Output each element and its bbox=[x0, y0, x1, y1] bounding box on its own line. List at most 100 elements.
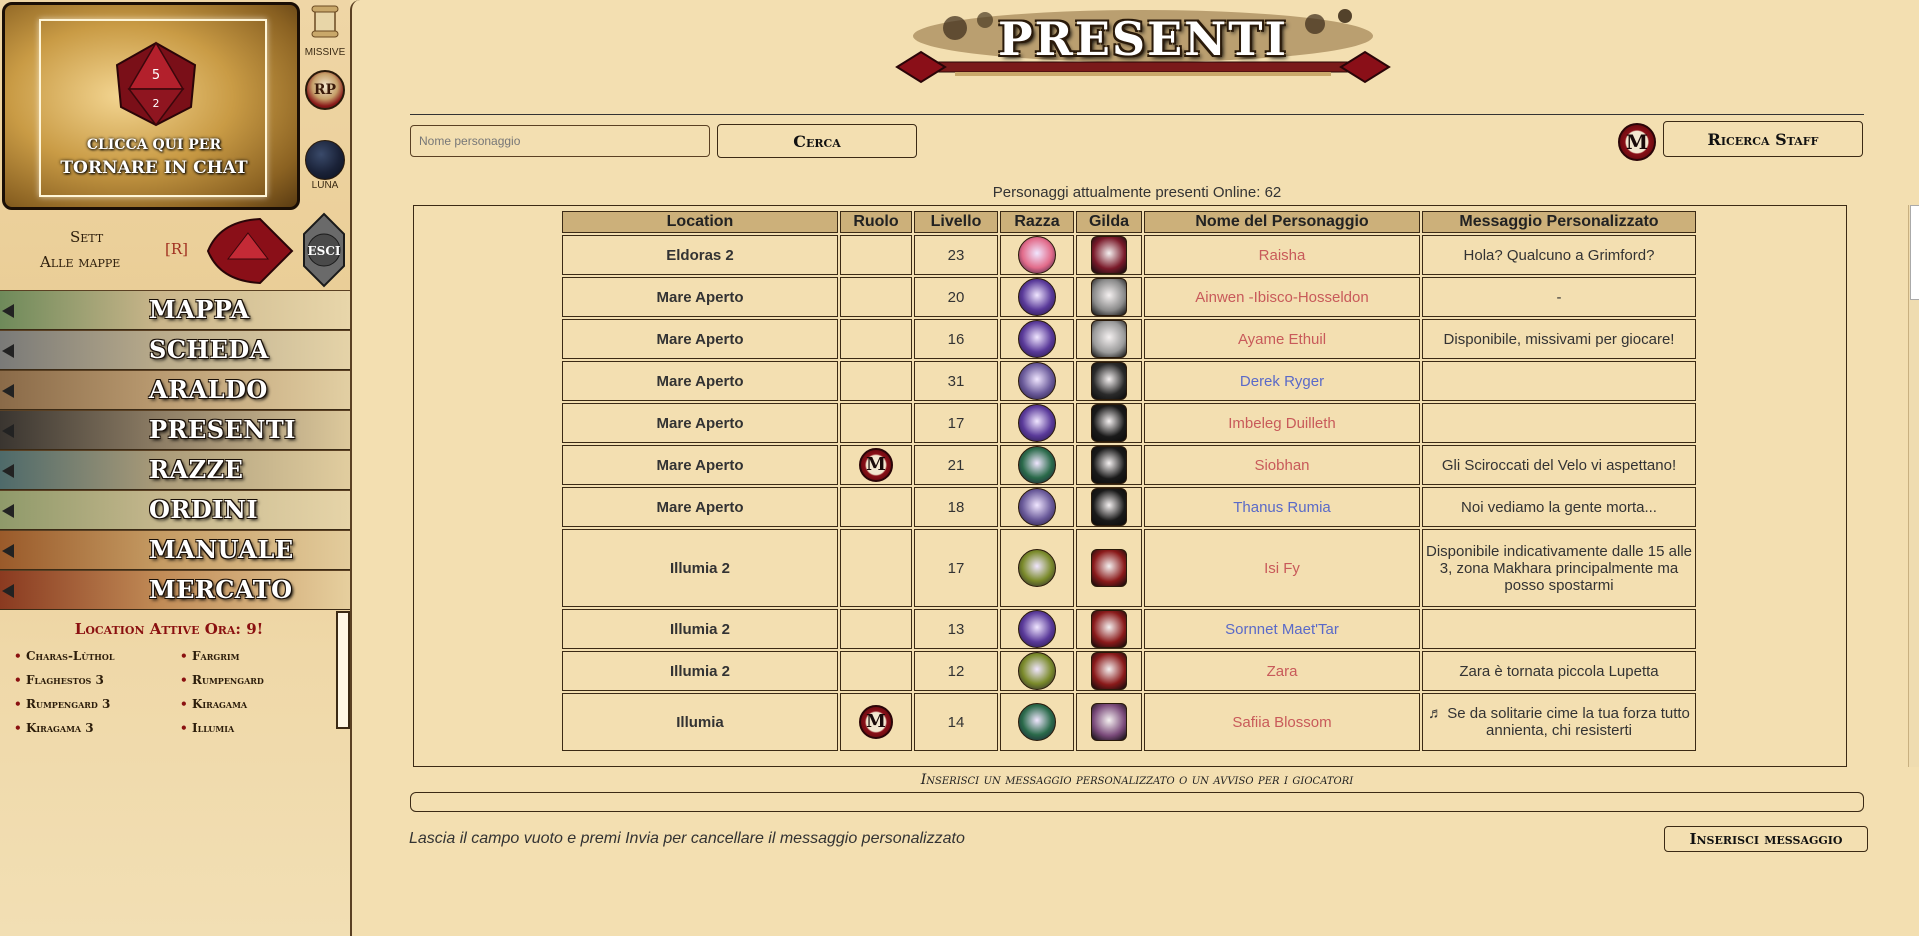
menu-arrow-icon bbox=[2, 424, 14, 438]
menu-item-manuale[interactable]: MANUALE bbox=[0, 530, 350, 570]
header-race: Razza bbox=[1000, 211, 1074, 233]
table-row: Mare Aperto 20 Ainwen -Ibisco-Hosseldon - bbox=[562, 277, 1696, 317]
location-cell: Mare Aperto bbox=[562, 277, 838, 317]
staff-m-icon: M bbox=[1618, 123, 1656, 161]
character-name-link[interactable]: Thanus Rumia bbox=[1144, 487, 1420, 527]
active-location-item[interactable]: Illumia bbox=[174, 716, 264, 740]
race-emblem-icon[interactable] bbox=[1018, 236, 1056, 274]
guild-emblem-icon[interactable] bbox=[1091, 703, 1127, 741]
header-level: Livello bbox=[914, 211, 998, 233]
character-name-link[interactable]: Imbeleg Duilleth bbox=[1144, 403, 1420, 443]
menu-item-ordini[interactable]: ORDINI bbox=[0, 490, 350, 530]
level-cell: 14 bbox=[914, 693, 998, 751]
location-cell: Illumia bbox=[562, 693, 838, 751]
active-location-item[interactable]: Fargrim bbox=[174, 644, 264, 668]
luna-button[interactable]: LUNA bbox=[302, 140, 348, 191]
moon-icon bbox=[305, 140, 345, 180]
character-name-link[interactable]: Safiia Blossom bbox=[1144, 693, 1420, 751]
table-row: Eldoras 2 23 Raisha Hola? Qualcuno a Grimfo… bbox=[562, 235, 1696, 275]
guild-cell bbox=[1076, 693, 1142, 751]
active-location-item[interactable]: Kiragama 3 bbox=[8, 716, 114, 740]
race-emblem-icon[interactable] bbox=[1018, 549, 1056, 587]
menu-arrow-icon bbox=[2, 304, 14, 318]
guild-emblem-icon[interactable] bbox=[1091, 362, 1127, 400]
return-to-chat-banner[interactable]: 5 2 CLICCA QUI PER TORNARE IN CHAT bbox=[2, 2, 300, 210]
race-emblem-icon[interactable] bbox=[1018, 362, 1056, 400]
race-emblem-icon[interactable] bbox=[1018, 320, 1056, 358]
race-emblem-icon[interactable] bbox=[1018, 404, 1056, 442]
red-d20-shield-icon[interactable] bbox=[200, 215, 296, 287]
guild-emblem-icon[interactable] bbox=[1091, 652, 1127, 690]
character-name-link[interactable]: Sornnet Maet'Tar bbox=[1144, 609, 1420, 649]
active-location-item[interactable]: Kiragama bbox=[174, 692, 264, 716]
guild-emblem-icon[interactable] bbox=[1091, 610, 1127, 648]
guild-emblem-icon[interactable] bbox=[1091, 549, 1127, 587]
race-emblem-icon[interactable] bbox=[1018, 703, 1056, 741]
guild-cell bbox=[1076, 403, 1142, 443]
staff-search-button[interactable]: Ricerca Staff bbox=[1663, 121, 1863, 157]
menu-item-mercato[interactable]: MERCATO bbox=[0, 570, 350, 610]
race-emblem-icon[interactable] bbox=[1018, 610, 1056, 648]
custom-message-cell: Noi vediamo la gente morta... bbox=[1422, 487, 1696, 527]
character-name-link[interactable]: Isi Fy bbox=[1144, 529, 1420, 607]
guild-emblem-icon[interactable] bbox=[1091, 320, 1127, 358]
guild-emblem-icon[interactable] bbox=[1091, 488, 1127, 526]
custom-message-cell: Gli Sciroccati del Velo vi aspettano! bbox=[1422, 445, 1696, 485]
race-emblem-icon[interactable] bbox=[1018, 488, 1056, 526]
table-row: Illumia 2 12 Zara Zara è tornata piccola Lu… bbox=[562, 651, 1696, 691]
menu-item-razze[interactable]: RAZZE bbox=[0, 450, 350, 490]
race-emblem-icon[interactable] bbox=[1018, 446, 1056, 484]
table-row: Mare Aperto 31 Derek Ryger bbox=[562, 361, 1696, 401]
guild-emblem-icon[interactable] bbox=[1091, 404, 1127, 442]
menu-item-araldo[interactable]: ARALDO bbox=[0, 370, 350, 410]
menu-item-scheda[interactable]: SCHEDA bbox=[0, 330, 350, 370]
role-cell bbox=[840, 235, 912, 275]
active-location-item[interactable]: Rumpengard 3 bbox=[8, 692, 114, 716]
character-name-link[interactable]: Derek Ryger bbox=[1144, 361, 1420, 401]
character-name-link[interactable]: Raisha bbox=[1144, 235, 1420, 275]
race-emblem-icon[interactable] bbox=[1018, 278, 1056, 316]
page-scrollbar-thumb[interactable] bbox=[1910, 205, 1919, 300]
exit-button[interactable]: ESCI bbox=[302, 212, 346, 288]
menu-item-label: MANUALE bbox=[149, 535, 294, 564]
guild-emblem-icon[interactable] bbox=[1091, 278, 1127, 316]
character-name-link[interactable]: Siobhan bbox=[1144, 445, 1420, 485]
character-name-link[interactable]: Zara bbox=[1144, 651, 1420, 691]
location-cell: Mare Aperto bbox=[562, 361, 838, 401]
guild-emblem-icon[interactable] bbox=[1091, 446, 1127, 484]
menu-item-label: MERCATO bbox=[149, 575, 293, 604]
menu-item-mappa[interactable]: MAPPA bbox=[0, 290, 350, 330]
missive-label: MISSIVE bbox=[304, 47, 346, 58]
menu-item-presenti[interactable]: PRESENTI bbox=[0, 410, 350, 450]
banner-line-2: TORNARE IN CHAT bbox=[60, 158, 248, 178]
locations-column-1: Charas-LùtholFlaghestos 3Rumpengard 3Kir… bbox=[8, 644, 114, 740]
search-button[interactable]: Cerca bbox=[717, 124, 917, 158]
rp-badge-button[interactable]: RP bbox=[302, 70, 348, 110]
guild-cell bbox=[1076, 235, 1142, 275]
insert-message-button[interactable]: Inserisci messaggio bbox=[1664, 826, 1868, 852]
locations-scrollbar[interactable] bbox=[336, 611, 350, 729]
active-location-item[interactable]: Charas-Lùthol bbox=[8, 644, 114, 668]
present-table-container[interactable]: Location Ruolo Livello Razza Gilda Nome … bbox=[413, 205, 1847, 767]
menu-item-label: PRESENTI bbox=[149, 415, 296, 444]
table-header-row: Location Ruolo Livello Razza Gilda Nome … bbox=[562, 211, 1696, 233]
custom-message-input[interactable] bbox=[410, 792, 1864, 812]
menu-item-label: ARALDO bbox=[149, 375, 268, 404]
missive-button[interactable]: MISSIVE bbox=[302, 2, 348, 58]
role-cell: M bbox=[840, 693, 912, 751]
race-cell bbox=[1000, 693, 1074, 751]
active-location-item[interactable]: Rumpengard bbox=[174, 668, 264, 692]
character-name-link[interactable]: Ayame Ethuil bbox=[1144, 319, 1420, 359]
page-scrollbar[interactable] bbox=[1908, 205, 1919, 767]
top-divider bbox=[410, 114, 1864, 115]
guild-cell bbox=[1076, 651, 1142, 691]
all-maps-link[interactable]: Alle mappe bbox=[40, 253, 120, 271]
guild-emblem-icon[interactable] bbox=[1091, 236, 1127, 274]
character-search-input[interactable] bbox=[410, 125, 710, 157]
character-name-link[interactable]: Ainwen -Ibisco-Hosseldon bbox=[1144, 277, 1420, 317]
sett-r-link[interactable]: [R] bbox=[165, 240, 188, 258]
custom-message-cell bbox=[1422, 403, 1696, 443]
active-location-item[interactable]: Flaghestos 3 bbox=[8, 668, 114, 692]
level-cell: 16 bbox=[914, 319, 998, 359]
race-emblem-icon[interactable] bbox=[1018, 652, 1056, 690]
